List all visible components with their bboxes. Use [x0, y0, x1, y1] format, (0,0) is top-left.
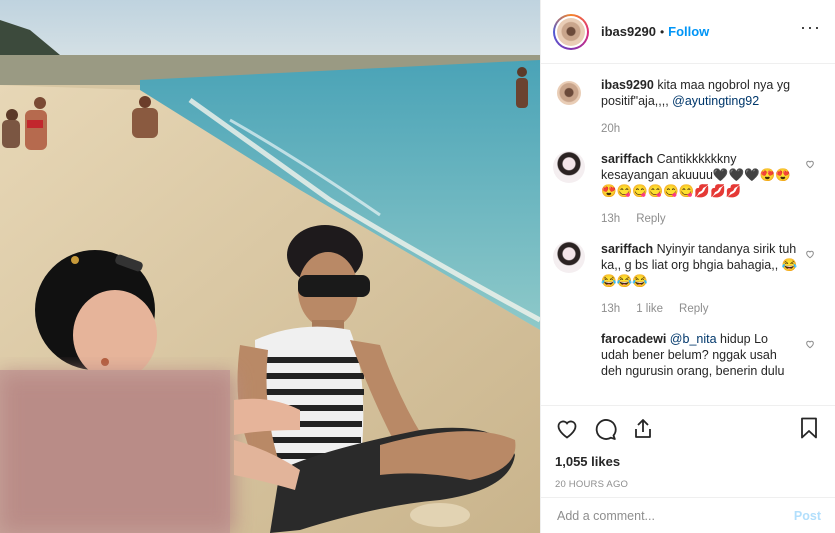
avatar-image [557, 17, 585, 46]
like-comment-heart-icon[interactable] [805, 159, 815, 169]
comment-avatar[interactable] [553, 331, 585, 363]
comment-likes-count[interactable]: 1 like [636, 301, 663, 317]
post-side-panel: ibas9290 • Follow ··· ibas9290 kita maa … [540, 0, 835, 533]
add-comment-input[interactable] [555, 507, 794, 524]
comment-reply-button[interactable]: Reply [636, 211, 665, 227]
caption: ibas9290 kita maa ngobrol nya yg positif… [553, 77, 821, 137]
profile-avatar[interactable] [553, 13, 589, 50]
comments-list[interactable]: ibas9290 kita maa ngobrol nya yg positif… [541, 65, 835, 405]
header-username[interactable]: ibas9290 [601, 24, 656, 39]
save-bookmark-icon[interactable] [797, 416, 821, 440]
post-actions: 1,055 likes 20 HOURS AGO [541, 405, 835, 490]
comment-username[interactable]: sariffach [601, 242, 653, 256]
post-comment-button[interactable]: Post [794, 509, 821, 523]
likes-count[interactable]: 1,055 likes [555, 454, 821, 469]
share-icon[interactable] [631, 417, 655, 441]
like-comment-heart-icon[interactable] [805, 339, 815, 349]
comment-time[interactable]: 13h [601, 301, 620, 317]
more-options-icon[interactable]: ··· [800, 18, 821, 36]
comment-avatar[interactable] [553, 241, 585, 273]
caption-avatar-image [557, 81, 581, 105]
instagram-post-modal: ibas9290 • Follow ··· ibas9290 kita maa … [0, 0, 835, 533]
comment-username[interactable]: farocadewi [601, 332, 666, 346]
like-heart-icon[interactable] [555, 417, 579, 441]
comment-composer: Post [541, 497, 835, 533]
post-photo[interactable] [0, 0, 540, 533]
beach-photo-illustration [0, 0, 540, 533]
comment-item: sariffach Cantikkkkkkny kesayangan akuuu… [553, 151, 821, 227]
comment-bubble-icon[interactable] [593, 417, 617, 441]
comment-avatar[interactable] [553, 151, 585, 183]
comment-time[interactable]: 13h [601, 211, 620, 227]
caption-time[interactable]: 20h [601, 121, 620, 137]
header-separator: • [659, 24, 665, 39]
comment-item: sariffach Nyinyir tandanya sirik tuh ka,… [553, 241, 821, 317]
follow-button[interactable]: Follow [668, 24, 709, 39]
caption-mention[interactable]: @ayutingting92 [672, 94, 759, 108]
post-header: ibas9290 • Follow ··· [541, 0, 835, 64]
like-comment-heart-icon[interactable] [805, 249, 815, 259]
caption-username[interactable]: ibas9290 [601, 78, 654, 92]
comment-item: farocadewi @b_nita hidup Lo udah bener b… [553, 331, 821, 379]
comment-username[interactable]: sariffach [601, 152, 653, 166]
caption-avatar[interactable] [553, 77, 585, 109]
post-timestamp[interactable]: 20 HOURS AGO [555, 479, 821, 490]
comment-reply-button[interactable]: Reply [679, 301, 708, 317]
comment-mention[interactable]: @b_nita [670, 332, 717, 346]
